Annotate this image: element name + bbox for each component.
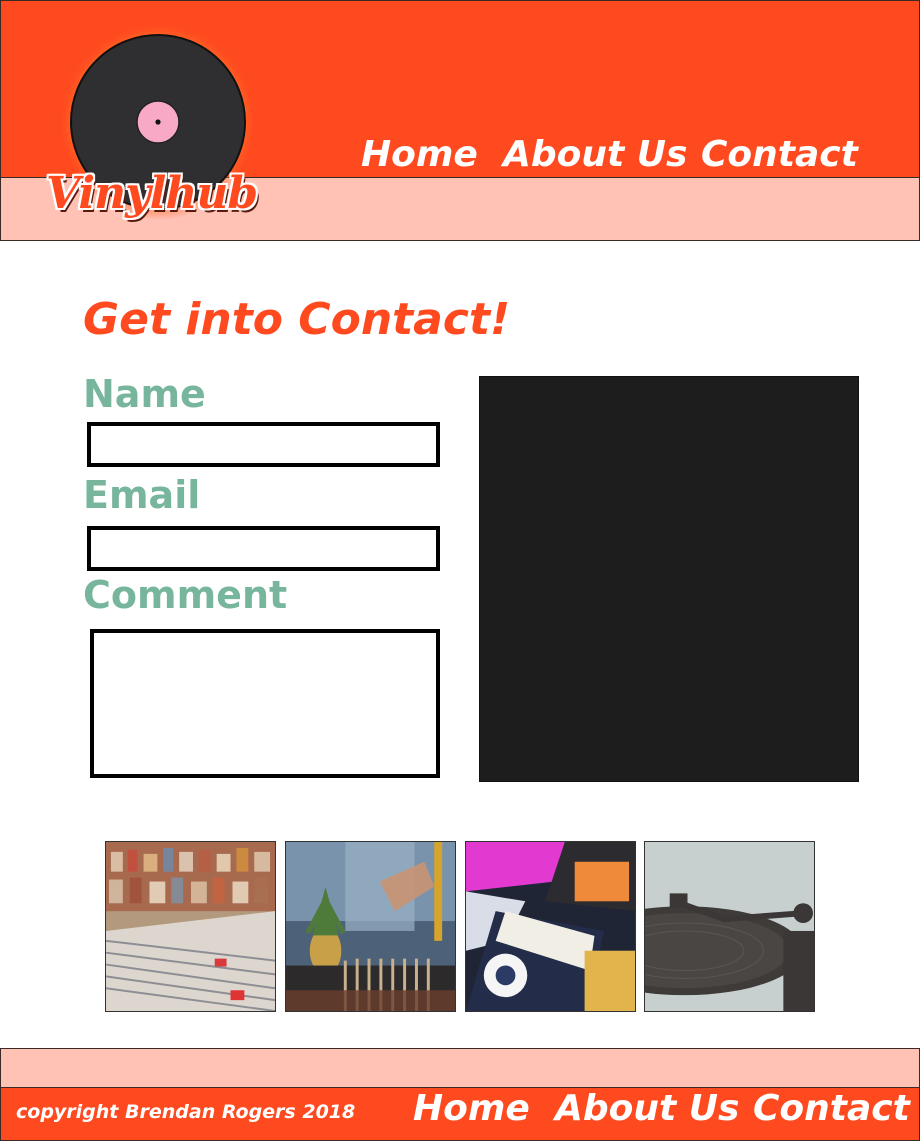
footer-top-band: [0, 1048, 920, 1088]
footer-nav-contact-link[interactable]: Contact: [753, 1088, 910, 1136]
gallery-photo-record-store[interactable]: [105, 841, 276, 1012]
record-crates-pineapple-photo-icon: [286, 842, 455, 1011]
name-label: Name: [83, 372, 206, 416]
record-store-shelves-photo-icon: [106, 842, 275, 1011]
name-field[interactable]: [87, 422, 440, 467]
nav-contact-link[interactable]: Contact: [701, 134, 858, 178]
copyright-text: copyright Brendan Rogers 2018: [16, 1101, 356, 1123]
gallery-photo-record-crates[interactable]: [285, 841, 456, 1012]
email-field[interactable]: [87, 526, 440, 571]
page-title: Get into Contact!: [83, 294, 511, 345]
footer-nav-about-link[interactable]: About Us: [555, 1088, 739, 1136]
cassette-tapes-photo-icon: [466, 842, 635, 1011]
turntable-photo-icon: [645, 842, 814, 1011]
gallery-photo-turntable[interactable]: [644, 841, 815, 1012]
nav-about-link[interactable]: About Us: [503, 134, 687, 178]
email-label: Email: [83, 473, 201, 517]
map-embed[interactable]: [479, 376, 859, 782]
comment-field[interactable]: [90, 629, 440, 778]
comment-label: Comment: [83, 573, 288, 617]
nav-home-link[interactable]: Home: [361, 134, 478, 178]
logo-wordmark[interactable]: Vinylhub: [46, 168, 258, 219]
footer-nav-home-link[interactable]: Home: [413, 1088, 530, 1136]
gallery-photo-cassettes[interactable]: [465, 841, 636, 1012]
